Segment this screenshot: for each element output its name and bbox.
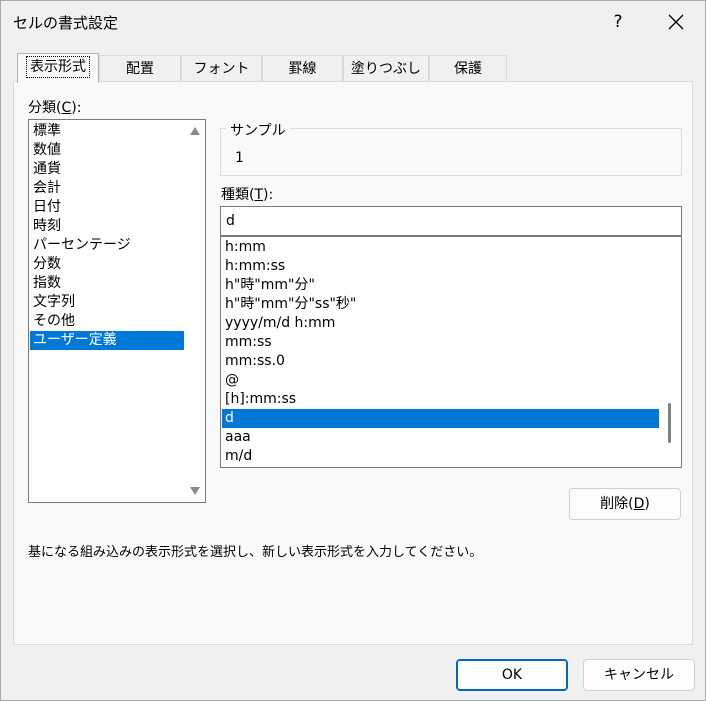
tab-label: 罫線	[288, 61, 317, 77]
type-input[interactable]: d	[220, 206, 682, 236]
tab-border[interactable]: 罫線	[262, 55, 343, 82]
title-bar: セルの書式設定 ?	[1, 1, 705, 45]
category-item[interactable]: 時刻	[30, 217, 184, 236]
sample-legend: サンプル	[226, 120, 290, 140]
tab-panel: 分類(C): 標準 数値 通貨 会計 日付 時刻 パーセンテージ 分数 指数 文…	[13, 81, 693, 645]
sample-value: 1	[235, 150, 244, 166]
tab-label: 表示形式	[26, 56, 90, 78]
category-item-selected[interactable]: ユーザー定義	[30, 331, 184, 350]
type-label: 種類(T):	[221, 187, 274, 203]
window-title: セルの書式設定	[13, 14, 119, 32]
description-text: 基になる組み込みの表示形式を選択し、新しい表示形式を入力してください。	[28, 545, 483, 560]
scroll-down-arrow-icon[interactable]	[190, 487, 200, 495]
category-scrollbar[interactable]	[185, 121, 205, 501]
format-code-item[interactable]: mm:ss.0	[222, 352, 659, 371]
format-code-scrollbar[interactable]	[660, 238, 680, 466]
format-code-item[interactable]: [h]:mm:ss	[222, 390, 659, 409]
category-item[interactable]: 通貨	[30, 160, 184, 179]
format-code-item[interactable]: h:mm	[222, 238, 659, 257]
format-cells-dialog: セルの書式設定 ? 表示形式 配置 フォント 罫線 塗りつぶし 保護 分類(C)…	[0, 0, 706, 701]
scroll-up-arrow-icon[interactable]	[190, 127, 200, 135]
category-list[interactable]: 標準 数値 通貨 会計 日付 時刻 パーセンテージ 分数 指数 文字列 その他 …	[28, 119, 206, 503]
tab-label: 配置	[126, 61, 154, 77]
category-label: 分類(C):	[28, 100, 82, 116]
close-button[interactable]	[656, 7, 696, 37]
tab-fill[interactable]: 塗りつぶし	[343, 55, 429, 82]
category-item[interactable]: 会計	[30, 179, 184, 198]
category-item[interactable]: 日付	[30, 198, 184, 217]
tab-protection[interactable]: 保護	[429, 55, 507, 82]
cancel-button-label: キャンセル	[604, 667, 674, 683]
ok-button-label: OK	[501, 667, 523, 683]
ok-button[interactable]: OK	[456, 659, 568, 691]
help-button[interactable]: ?	[606, 9, 630, 35]
category-item[interactable]: パーセンテージ	[30, 236, 184, 255]
category-item[interactable]: その他	[30, 312, 184, 331]
format-code-item[interactable]: yyyy/m/d h:mm	[222, 314, 659, 333]
format-code-item[interactable]: h:mm:ss	[222, 257, 659, 276]
format-code-item[interactable]: mm:ss	[222, 333, 659, 352]
format-code-list[interactable]: h:mm h:mm:ss h"時"mm"分" h"時"mm"分"ss"秒" yy…	[220, 236, 682, 468]
format-code-item-selected[interactable]: d	[222, 409, 659, 428]
format-code-item[interactable]: h"時"mm"分"	[222, 276, 659, 295]
tab-label: 塗りつぶし	[350, 61, 422, 77]
format-code-item[interactable]: m/d	[222, 447, 659, 466]
tab-alignment[interactable]: 配置	[99, 55, 181, 82]
format-code-item[interactable]: aaa	[222, 428, 659, 447]
tab-label: フォント	[193, 61, 250, 77]
category-item[interactable]: 標準	[30, 122, 184, 141]
format-code-item[interactable]: h"時"mm"分"ss"秒"	[222, 295, 659, 314]
delete-button[interactable]: 削除(D)	[569, 488, 681, 520]
format-code-item[interactable]: @	[222, 371, 659, 390]
cancel-button[interactable]: キャンセル	[583, 659, 695, 691]
delete-button-label: 削除(D)	[600, 496, 650, 512]
category-item[interactable]: 文字列	[30, 293, 184, 312]
category-item[interactable]: 分数	[30, 255, 184, 274]
scrollbar-thumb[interactable]	[668, 403, 671, 443]
tab-font[interactable]: フォント	[181, 55, 262, 82]
tab-label: 保護	[454, 61, 482, 77]
tab-number-format[interactable]: 表示形式	[17, 53, 99, 83]
category-item[interactable]: 指数	[30, 274, 184, 293]
close-icon	[668, 14, 684, 30]
category-item[interactable]: 数値	[30, 141, 184, 160]
tab-strip: 表示形式 配置 フォント 罫線 塗りつぶし 保護	[15, 53, 515, 83]
